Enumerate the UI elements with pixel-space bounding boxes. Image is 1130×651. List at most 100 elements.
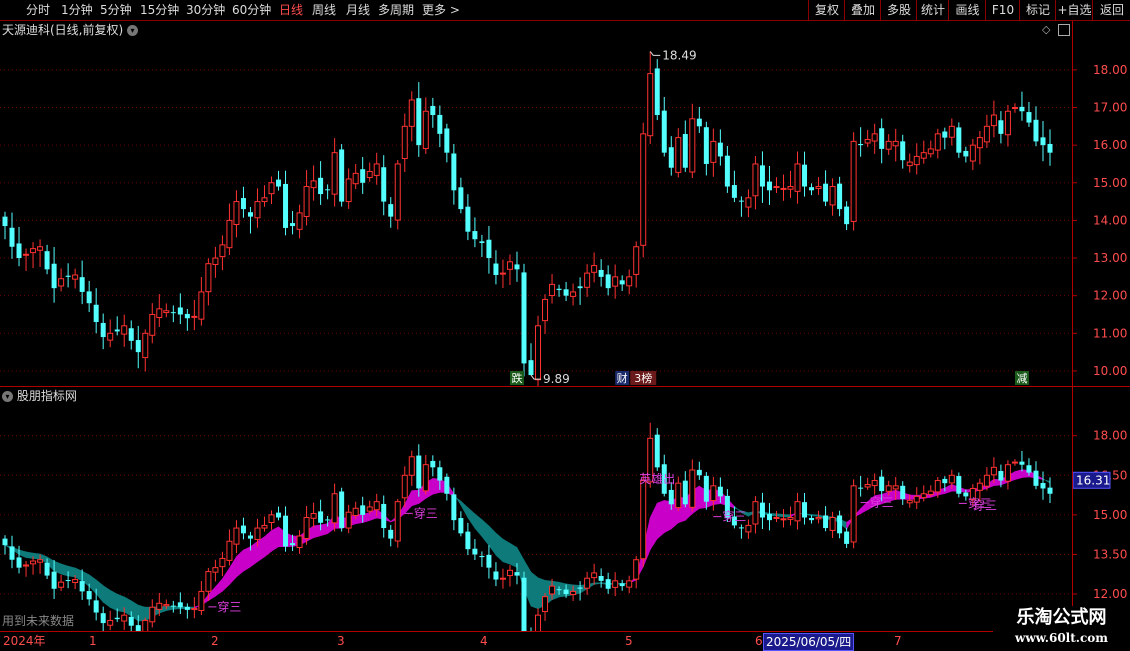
toolbar-button-4[interactable]: 画线 — [948, 0, 986, 20]
upper-candle — [394, 163, 401, 221]
lower-candle — [823, 515, 829, 529]
upper-candle — [416, 98, 422, 146]
chevron-down-icon[interactable]: ▾ — [127, 25, 139, 36]
upper-candle — [9, 227, 15, 247]
lower-candle — [521, 577, 527, 631]
ribbon-segment — [320, 523, 328, 537]
upper-candle — [584, 272, 591, 288]
upper-candle — [563, 289, 569, 296]
site-watermark: 乐淘公式网 www.60lt.com — [993, 606, 1130, 650]
upper-candle — [37, 246, 44, 251]
period-tab-6[interactable]: 日线 — [279, 2, 303, 18]
upper-candle — [570, 291, 577, 297]
upper-candle — [998, 120, 1004, 134]
future-data-note: 用到未来数据 — [2, 614, 75, 628]
period-tab-0[interactable]: 分时 — [26, 2, 50, 18]
period-tab-1[interactable]: 1分钟 — [61, 2, 93, 18]
signal-label: 穿三 — [414, 505, 438, 520]
upper-candle — [142, 332, 149, 359]
toolbar-button-5[interactable]: F10 — [985, 0, 1020, 20]
upper-candle — [724, 155, 730, 187]
lower-candle — [16, 557, 22, 568]
ribbon-segment — [467, 506, 476, 530]
upper-candle — [86, 291, 92, 304]
ribbon-segment — [411, 489, 420, 507]
period-tab-3[interactable]: 15分钟 — [140, 2, 179, 18]
ribbon-segment — [502, 538, 511, 565]
lower-candle — [633, 559, 640, 580]
signal-label: 穿三 — [870, 495, 894, 510]
upper-candle — [577, 286, 583, 289]
upper-candle — [703, 127, 709, 164]
upper-candle — [486, 239, 492, 259]
lower-candle — [913, 495, 920, 503]
lower-candle — [864, 484, 871, 488]
signal-label: 穿三 — [973, 498, 997, 513]
upper-candle — [388, 204, 394, 217]
diamond-icon[interactable]: ◇ — [1042, 23, 1050, 36]
lower-candle — [79, 581, 85, 592]
toolbar-button-8[interactable]: 返回 — [1092, 0, 1130, 20]
upper-candle — [696, 118, 702, 127]
lower-candle — [86, 591, 92, 600]
period-tab-4[interactable]: 30分钟 — [186, 2, 225, 18]
candlestick-chart[interactable]: 18.00 17.00 16.00 15.00 14.00 13.00 12.00 11.00… — [0, 36, 1130, 386]
upper-candle — [626, 276, 633, 287]
period-tab-8[interactable]: 月线 — [346, 2, 370, 18]
period-tab-5[interactable]: 60分钟 — [232, 2, 271, 18]
lower-candle — [465, 531, 471, 550]
toolbar-button-3[interactable]: 统计 — [916, 0, 949, 20]
upper-candle — [963, 150, 969, 157]
upper-candle — [1047, 143, 1053, 153]
toolbar-button-7[interactable]: +自选 — [1055, 0, 1093, 20]
lower-candle — [1019, 461, 1025, 465]
lower-candles — [2, 422, 1053, 631]
upper-candle — [612, 276, 619, 287]
upper-candle — [844, 206, 850, 225]
chevron-down-icon[interactable]: ▾ — [2, 391, 13, 402]
lower-candle — [956, 476, 962, 494]
lower-candle — [612, 580, 619, 588]
toolbar-button-0[interactable]: 复权 — [808, 0, 845, 20]
lower-candle — [990, 466, 997, 476]
upper-candle — [654, 68, 660, 116]
lower-candle — [408, 456, 415, 476]
lower-candle — [170, 605, 176, 607]
lower-candle — [325, 519, 331, 521]
lower-candle — [30, 560, 37, 565]
ribbon-segment — [67, 565, 76, 578]
ribbon-segment — [1014, 469, 1023, 480]
upper-candle — [591, 265, 598, 273]
toolbar-button-6[interactable]: 标记 — [1019, 0, 1056, 20]
period-tab-2[interactable]: 5分钟 — [100, 2, 132, 18]
period-tab-10[interactable]: 更多 > — [422, 2, 460, 18]
lower-candle — [668, 489, 674, 505]
event-marker: 减 — [1016, 372, 1027, 385]
lower-candle — [9, 546, 15, 560]
lower-candle — [780, 518, 787, 521]
watermark-url: www.60lt.com — [1015, 631, 1108, 645]
upper-candle — [990, 114, 997, 127]
panel-toggle-icon[interactable] — [1058, 24, 1070, 36]
lower-candle — [794, 501, 801, 522]
upper-candle — [1019, 106, 1025, 112]
lower-candle — [318, 511, 324, 523]
upper-candle — [542, 298, 549, 322]
upper-candle — [549, 283, 556, 297]
ribbon-segment — [95, 579, 104, 603]
date-axis: 2024年 1 2 3 4 5 6 7 2025/06/05/四 — [0, 631, 1130, 651]
lower-candle — [360, 505, 366, 515]
toolbar-button-1[interactable]: 叠加 — [844, 0, 881, 20]
upper-candle — [240, 198, 246, 210]
upper-candle — [745, 197, 752, 208]
period-tab-9[interactable]: 多周期 — [378, 2, 414, 18]
toolbar-button-2[interactable]: 多股 — [880, 0, 917, 20]
indicator-chart[interactable]: 18.0016.5015.0013.5012.00穿三穿三穿三穿三穿三英雄出穿三… — [0, 404, 1130, 631]
upper-candle — [16, 243, 22, 259]
lower-candle — [290, 543, 296, 546]
lower-candle — [142, 619, 149, 631]
period-tab-7[interactable]: 周线 — [312, 2, 336, 18]
event-marker: 跌 — [511, 371, 522, 385]
ribbon-segment — [137, 604, 146, 622]
lower-candle — [268, 514, 275, 523]
